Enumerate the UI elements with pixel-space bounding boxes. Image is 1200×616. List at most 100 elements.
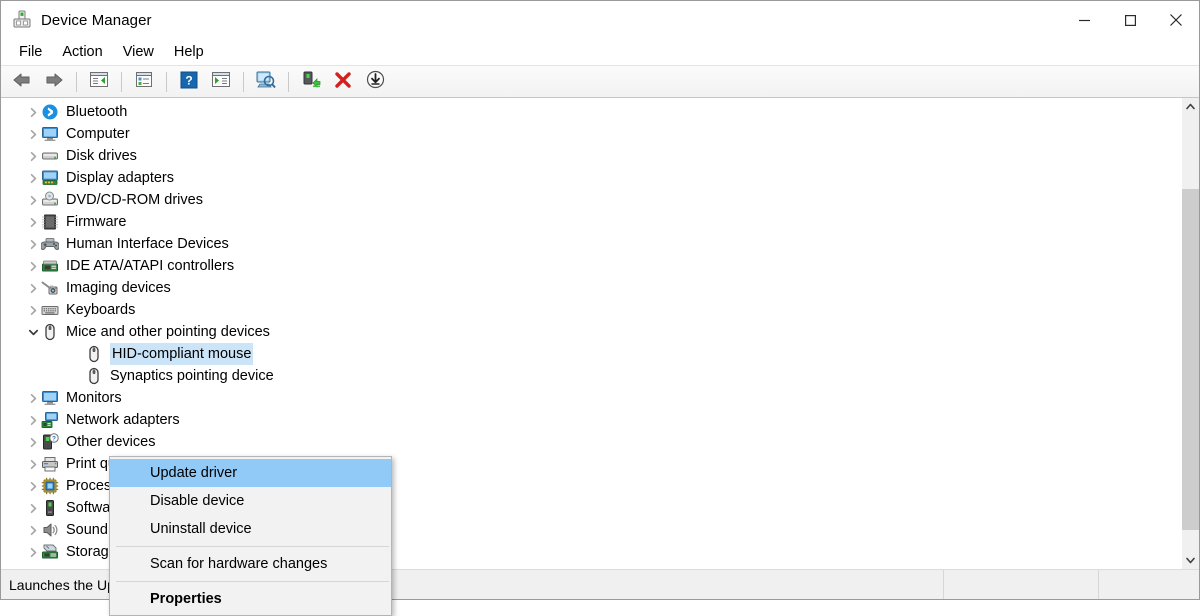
tree-row[interactable]: DVD/CD-ROM drives [1,189,1181,211]
properties-icon [134,71,154,92]
toolbar-action-pane-button[interactable] [206,68,236,96]
tree-row[interactable]: Disk drives [1,145,1181,167]
mouse-icon [41,323,59,341]
device-manager-window: Device Manager File Action View Help ? B… [0,0,1200,616]
menu-file[interactable]: File [9,41,52,63]
update-driver-download-icon [366,70,385,93]
ctx-update-driver[interactable]: Update driver [110,459,391,487]
status-pane-2 [944,570,1099,599]
tree-row[interactable]: Network adapters [1,409,1181,431]
title-bar: Device Manager [1,1,1199,39]
chevron-right-icon [30,283,36,293]
toolbar-console-tree-button[interactable] [84,68,114,96]
toolbar-update-driver-button[interactable] [360,68,390,96]
chevron-right-icon [30,525,36,535]
chevron-right-icon[interactable] [25,167,41,189]
chevron-right-icon[interactable] [25,431,41,453]
tree-row[interactable]: Display adapters [1,167,1181,189]
chevron-right-icon[interactable] [25,277,41,299]
tree-row[interactable]: ? Other devices [1,431,1181,453]
toolbar-forward-button[interactable] [39,68,69,96]
menu-help[interactable]: Help [164,41,214,63]
tree-row[interactable]: Mice and other pointing devices [1,321,1181,343]
tree-row[interactable]: Human Interface Devices [1,233,1181,255]
chevron-right-icon[interactable] [25,233,41,255]
tree-row[interactable]: Computer [1,123,1181,145]
help-question-icon: ? [180,71,198,93]
dvd-drive-icon [41,191,59,209]
vertical-scrollbar[interactable] [1181,98,1199,569]
menu-bar: File Action View Help [1,39,1199,66]
tree-row-label: Computer [66,126,130,142]
tree-row[interactable]: Bluetooth [1,101,1181,123]
tree-row-label: DVD/CD-ROM drives [66,192,203,208]
chevron-right-icon[interactable] [25,453,41,475]
tree-row-label: Keyboards [66,302,136,318]
tree-row-label: Mice and other pointing devices [66,324,270,340]
display-adapter-icon [41,169,59,187]
ctx-disable-device[interactable]: Disable device [110,487,391,515]
printer-icon [41,455,59,473]
toolbar-separator [243,71,244,92]
ide-controller-icon [41,257,59,275]
context-menu-separator [116,581,389,582]
chevron-right-icon [30,393,36,403]
chevron-right-icon[interactable] [25,299,41,321]
toolbar-uninstall-button[interactable] [328,68,358,96]
toolbar-properties-button[interactable] [129,68,159,96]
tree-row[interactable]: IDE ATA/ATAPI controllers [1,255,1181,277]
scroll-down-arrow-icon[interactable] [1182,552,1199,569]
tree-row[interactable]: Monitors [1,387,1181,409]
chevron-right-icon[interactable] [25,189,41,211]
network-adapter-icon [41,411,59,429]
minimize-button[interactable] [1061,1,1107,39]
chevron-right-icon [30,305,36,315]
context-menu-separator [116,546,389,547]
chevron-right-icon [30,217,36,227]
tree-row[interactable]: Keyboards [1,299,1181,321]
chevron-right-icon[interactable] [25,497,41,519]
storage-controller-icon [41,543,59,561]
chevron-right-icon[interactable] [25,211,41,233]
tree-row-label: Network adapters [66,412,180,428]
chevron-right-icon[interactable] [25,519,41,541]
maximize-button[interactable] [1107,1,1153,39]
uninstall-device-red-x-icon [334,71,352,93]
chevron-right-icon[interactable] [25,541,41,563]
scrollbar-thumb[interactable] [1182,189,1199,531]
chevron-right-icon[interactable] [25,387,41,409]
ctx-properties[interactable]: Properties [110,585,391,613]
ctx-uninstall-device[interactable]: Uninstall device [110,515,391,543]
chevron-right-icon[interactable] [25,255,41,277]
chevron-down-icon[interactable] [25,321,41,343]
chevron-right-icon[interactable] [25,123,41,145]
tree-row-label: Human Interface Devices [66,236,229,252]
chevron-right-icon[interactable] [25,475,41,497]
toolbar-scan-hardware-button[interactable] [251,68,281,96]
menu-view[interactable]: View [113,41,164,63]
tree-row-selected[interactable]: HID-compliant mouse [1,343,1181,365]
tree-row[interactable]: Firmware [1,211,1181,233]
toolbar-back-button[interactable] [7,68,37,96]
chevron-right-icon[interactable] [25,101,41,123]
menu-action[interactable]: Action [52,41,112,63]
show-hide-console-tree-icon [89,71,109,92]
toolbar-separator [76,71,77,92]
tree-row[interactable]: Imaging devices [1,277,1181,299]
enable-device-icon [301,70,321,93]
context-menu[interactable]: Update driver Disable device Uninstall dev… [109,456,392,616]
toolbar-help-button[interactable]: ? [174,68,204,96]
scrollbar-track[interactable] [1182,115,1199,552]
chevron-right-icon [30,437,36,447]
toolbar-enable-device-button[interactable] [296,68,326,96]
close-button[interactable] [1153,1,1199,39]
chevron-right-icon[interactable] [25,145,41,167]
tree-row[interactable]: Synaptics pointing device [1,365,1181,387]
monitor-icon [41,389,59,407]
chevron-right-icon [30,481,36,491]
chevron-right-icon [30,151,36,161]
chevron-right-icon[interactable] [25,409,41,431]
scroll-up-arrow-icon[interactable] [1182,98,1199,115]
ctx-scan-hardware-changes[interactable]: Scan for hardware changes [110,550,391,578]
